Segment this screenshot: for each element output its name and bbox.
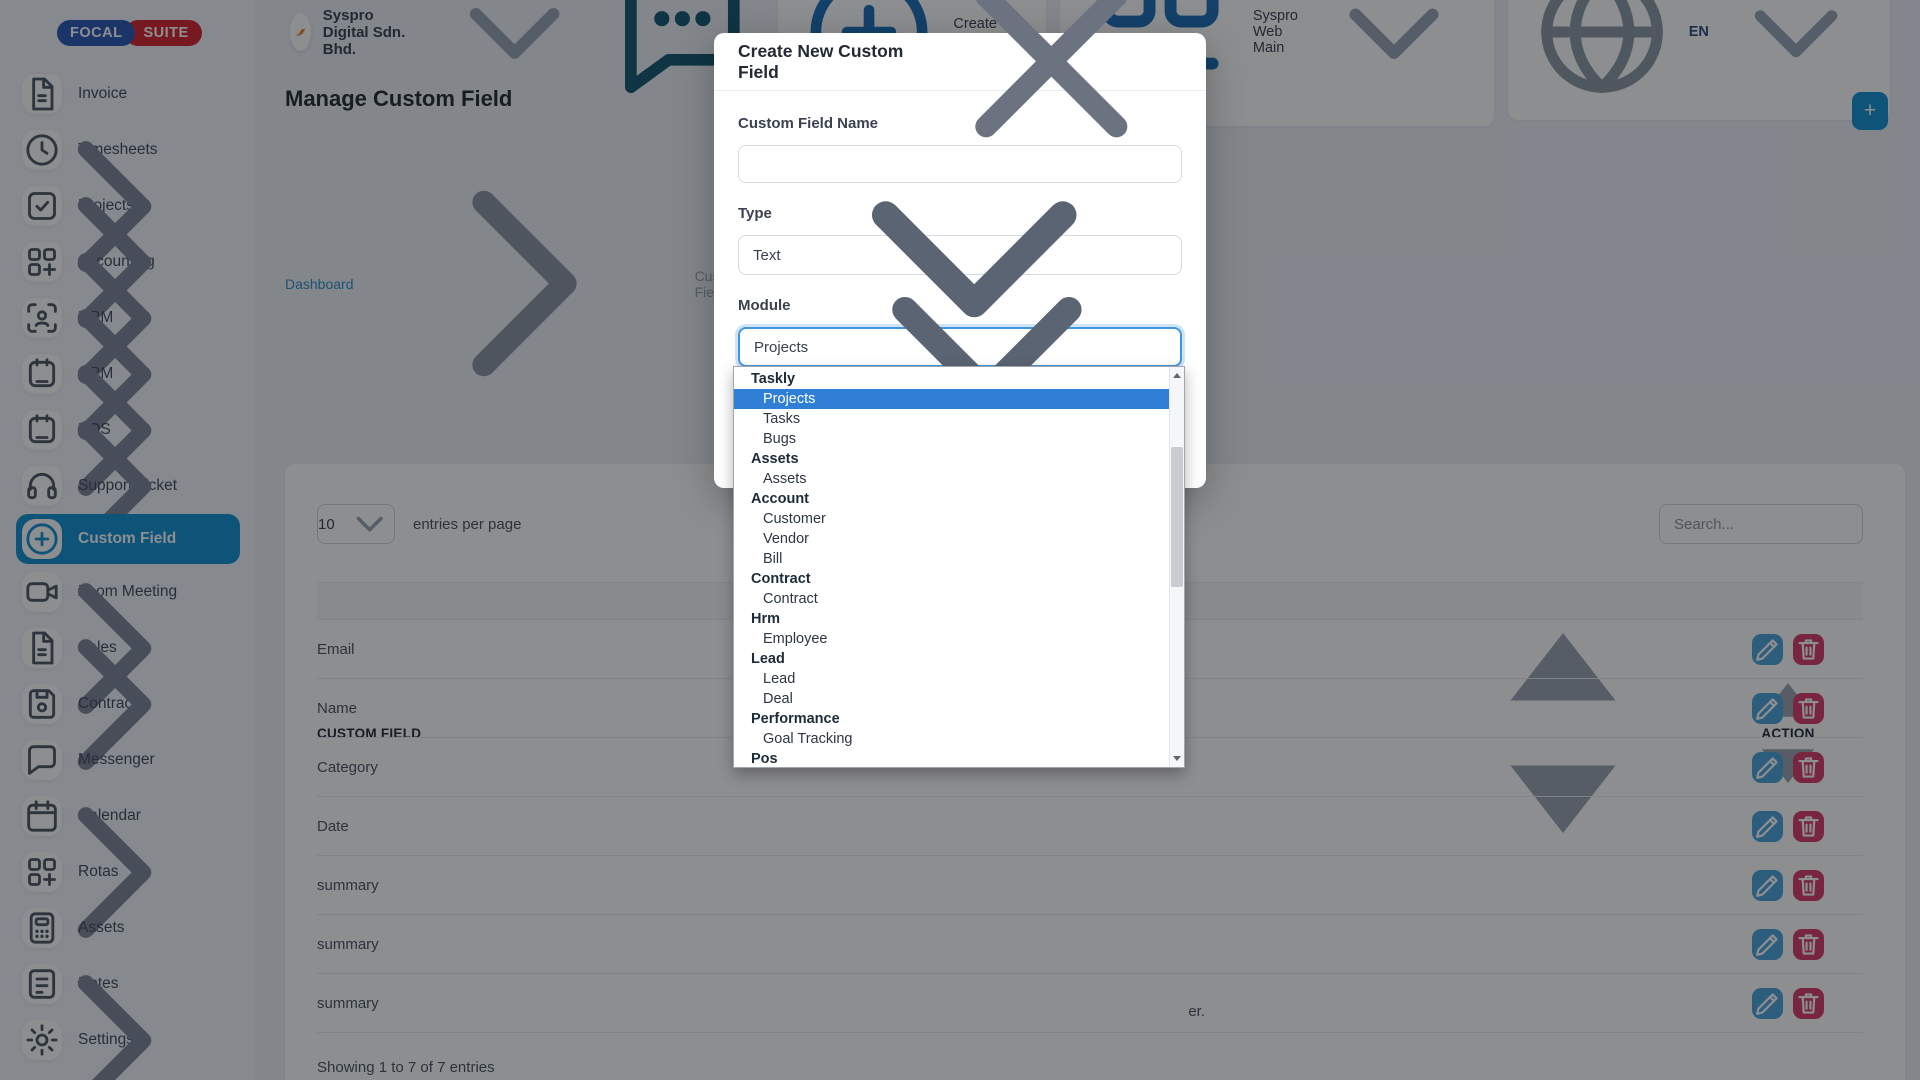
option-contract[interactable]: Contract [734,589,1169,609]
option-projects[interactable]: Projects [734,389,1169,409]
option-employee[interactable]: Employee [734,629,1169,649]
option-assets[interactable]: Assets [734,469,1169,489]
option-group-account: Account [734,489,1169,509]
option-group-hrm: Hrm [734,609,1169,629]
scroll-up-icon[interactable] [1170,367,1184,384]
module-option-list: TasklyProjectsTasksBugsAssetsAssetsAccou… [734,369,1169,768]
option-bugs[interactable]: Bugs [734,429,1169,449]
option-group-pos: Pos [734,749,1169,768]
option-group-assets: Assets [734,449,1169,469]
option-deal[interactable]: Deal [734,689,1169,709]
module-dropdown-popup: TasklyProjectsTasksBugsAssetsAssetsAccou… [733,366,1185,768]
option-tasks[interactable]: Tasks [734,409,1169,429]
modal-body: Custom Field Name Type Text Module Proje… [714,91,1206,413]
app-root: FOCAL SUITE InvoiceTimesheetsProjectsAcc… [0,0,1920,1080]
type-select-value: Text [753,247,781,264]
option-customer[interactable]: Customer [734,509,1169,529]
option-group-taskly: Taskly [734,369,1169,389]
option-group-contract: Contract [734,569,1169,589]
module-select-value: Projects [754,339,808,356]
option-vendor[interactable]: Vendor [734,529,1169,549]
scroll-down-icon[interactable] [1170,750,1184,767]
option-group-lead: Lead [734,649,1169,669]
option-bill[interactable]: Bill [734,549,1169,569]
scrollbar-thumb[interactable] [1171,447,1183,587]
option-lead[interactable]: Lead [734,669,1169,689]
option-goal-tracking[interactable]: Goal Tracking [734,729,1169,749]
option-group-performance: Performance [734,709,1169,729]
dropdown-scrollbar[interactable] [1169,367,1184,767]
